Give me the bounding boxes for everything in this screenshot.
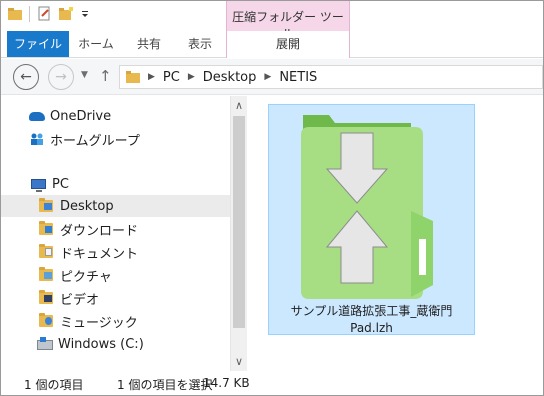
recent-locations-chevron-icon[interactable]: ▼ bbox=[81, 70, 88, 80]
breadcrumb-netis[interactable]: NETIS bbox=[279, 70, 317, 85]
sidebar-item-onedrive[interactable]: OneDrive bbox=[1, 105, 230, 127]
tab-home[interactable]: ホーム bbox=[73, 31, 119, 57]
sidebar-item-label: ピクチャ bbox=[60, 269, 112, 285]
pictures-folder-icon bbox=[39, 267, 55, 283]
properties-icon[interactable] bbox=[36, 6, 52, 22]
status-bar: 1 個の項目 1 個の項目を選択 14.7 KB bbox=[1, 372, 543, 395]
sidebar-item-label: Windows (C:) bbox=[58, 336, 144, 352]
context-tab-header: 圧縮フォルダー ツール bbox=[226, 1, 350, 41]
forward-button[interactable]: → bbox=[48, 64, 74, 90]
customize-qat-icon[interactable] bbox=[80, 6, 90, 22]
compressed-folder-icon bbox=[301, 115, 433, 299]
pc-icon bbox=[31, 176, 47, 192]
sidebar-item-videos[interactable]: ビデオ bbox=[1, 287, 230, 309]
sidebar-item-windows-c[interactable]: Windows (C:) bbox=[1, 333, 230, 355]
sidebar-item-desktop[interactable]: Desktop bbox=[1, 195, 230, 217]
file-name: サンプル道路拡張工事_蔵衛門 Pad.lzh bbox=[269, 303, 474, 337]
arrow-left-icon: ← bbox=[20, 69, 32, 85]
tab-share[interactable]: 共有 bbox=[127, 31, 171, 57]
new-folder-icon[interactable] bbox=[58, 6, 74, 22]
tab-file[interactable]: ファイル bbox=[7, 31, 69, 57]
file-name-line1: サンプル道路拡張工事_蔵衛門 bbox=[290, 304, 453, 318]
folder-icon[interactable] bbox=[7, 6, 23, 22]
selection-count: 1 個の項目を選択 bbox=[117, 378, 213, 392]
sidebar-item-downloads[interactable]: ダウンロード bbox=[1, 218, 230, 240]
address-bar[interactable]: ▶ PC ▶ Desktop ▶ NETIS bbox=[119, 65, 543, 89]
breadcrumb-chevron-icon[interactable]: ▶ bbox=[188, 72, 195, 82]
breadcrumb-chevron-icon[interactable]: ▶ bbox=[148, 72, 155, 82]
explorer-window: 圧縮フォルダー ツール ファイル ホーム 共有 表示 展開 ← → ▼ ↑ ▶ … bbox=[0, 0, 544, 396]
breadcrumb-desktop[interactable]: Desktop bbox=[203, 70, 257, 85]
sidebar-item-label: ミュージック bbox=[60, 315, 138, 331]
scroll-thumb[interactable] bbox=[233, 116, 245, 328]
chevron-down-icon[interactable]: ∨ bbox=[231, 355, 247, 368]
sidebar-item-label: PC bbox=[52, 176, 69, 192]
onedrive-cloud-icon bbox=[29, 108, 45, 124]
sidebar-item-label: OneDrive bbox=[50, 108, 112, 124]
tab-extract[interactable]: 展開 bbox=[226, 31, 350, 58]
title-bar: 圧縮フォルダー ツール bbox=[1, 1, 543, 41]
sidebar-item-documents[interactable]: ドキュメント bbox=[1, 241, 230, 263]
selection-size: 14.7 KB bbox=[203, 376, 250, 390]
desktop-folder-icon bbox=[39, 198, 55, 214]
nav-scrollbar[interactable]: ∧ ∨ bbox=[230, 96, 247, 371]
downloads-folder-icon bbox=[39, 221, 55, 237]
videos-folder-icon bbox=[39, 290, 55, 306]
navigation-pane: OneDrive ホームグループ PC Desktop ダウンロード ドキュメン… bbox=[1, 96, 230, 371]
drive-icon bbox=[37, 336, 53, 352]
sidebar-item-music[interactable]: ミュージック bbox=[1, 310, 230, 332]
sidebar-item-homegroup[interactable]: ホームグループ bbox=[1, 128, 230, 150]
ribbon-tabs: ファイル ホーム 共有 表示 展開 bbox=[1, 31, 543, 58]
sidebar-item-label: ダウンロード bbox=[60, 223, 139, 239]
breadcrumb-chevron-icon[interactable]: ▶ bbox=[264, 72, 271, 82]
sidebar-item-label: ホームグループ bbox=[50, 133, 140, 149]
up-arrow-icon[interactable]: ↑ bbox=[99, 67, 112, 85]
qat-divider bbox=[29, 6, 30, 22]
sidebar-item-label: ビデオ bbox=[60, 292, 100, 308]
item-count: 1 個の項目 bbox=[24, 378, 84, 392]
sidebar-item-pc[interactable]: PC bbox=[1, 173, 230, 195]
homegroup-icon bbox=[29, 131, 45, 147]
documents-folder-icon bbox=[39, 244, 55, 260]
quick-access-toolbar bbox=[7, 6, 90, 22]
file-item[interactable]: サンプル道路拡張工事_蔵衛門 Pad.lzh bbox=[268, 104, 475, 335]
sidebar-item-pictures[interactable]: ピクチャ bbox=[1, 264, 230, 286]
breadcrumb-pc[interactable]: PC bbox=[163, 70, 180, 85]
sidebar-item-label: ドキュメント bbox=[60, 246, 139, 262]
chevron-up-icon[interactable]: ∧ bbox=[231, 99, 247, 112]
back-button[interactable]: ← bbox=[13, 64, 39, 90]
arrow-right-icon: → bbox=[55, 69, 67, 85]
navigation-bar: ← → ▼ ↑ ▶ PC ▶ Desktop ▶ NETIS bbox=[1, 59, 543, 95]
tab-view[interactable]: 表示 bbox=[177, 31, 223, 57]
sidebar-item-label: Desktop bbox=[60, 198, 114, 214]
folder-icon bbox=[126, 71, 140, 83]
file-name-line2: Pad.lzh bbox=[350, 321, 393, 335]
music-folder-icon bbox=[39, 313, 55, 329]
file-list: サンプル道路拡張工事_蔵衛門 Pad.lzh bbox=[248, 96, 543, 371]
